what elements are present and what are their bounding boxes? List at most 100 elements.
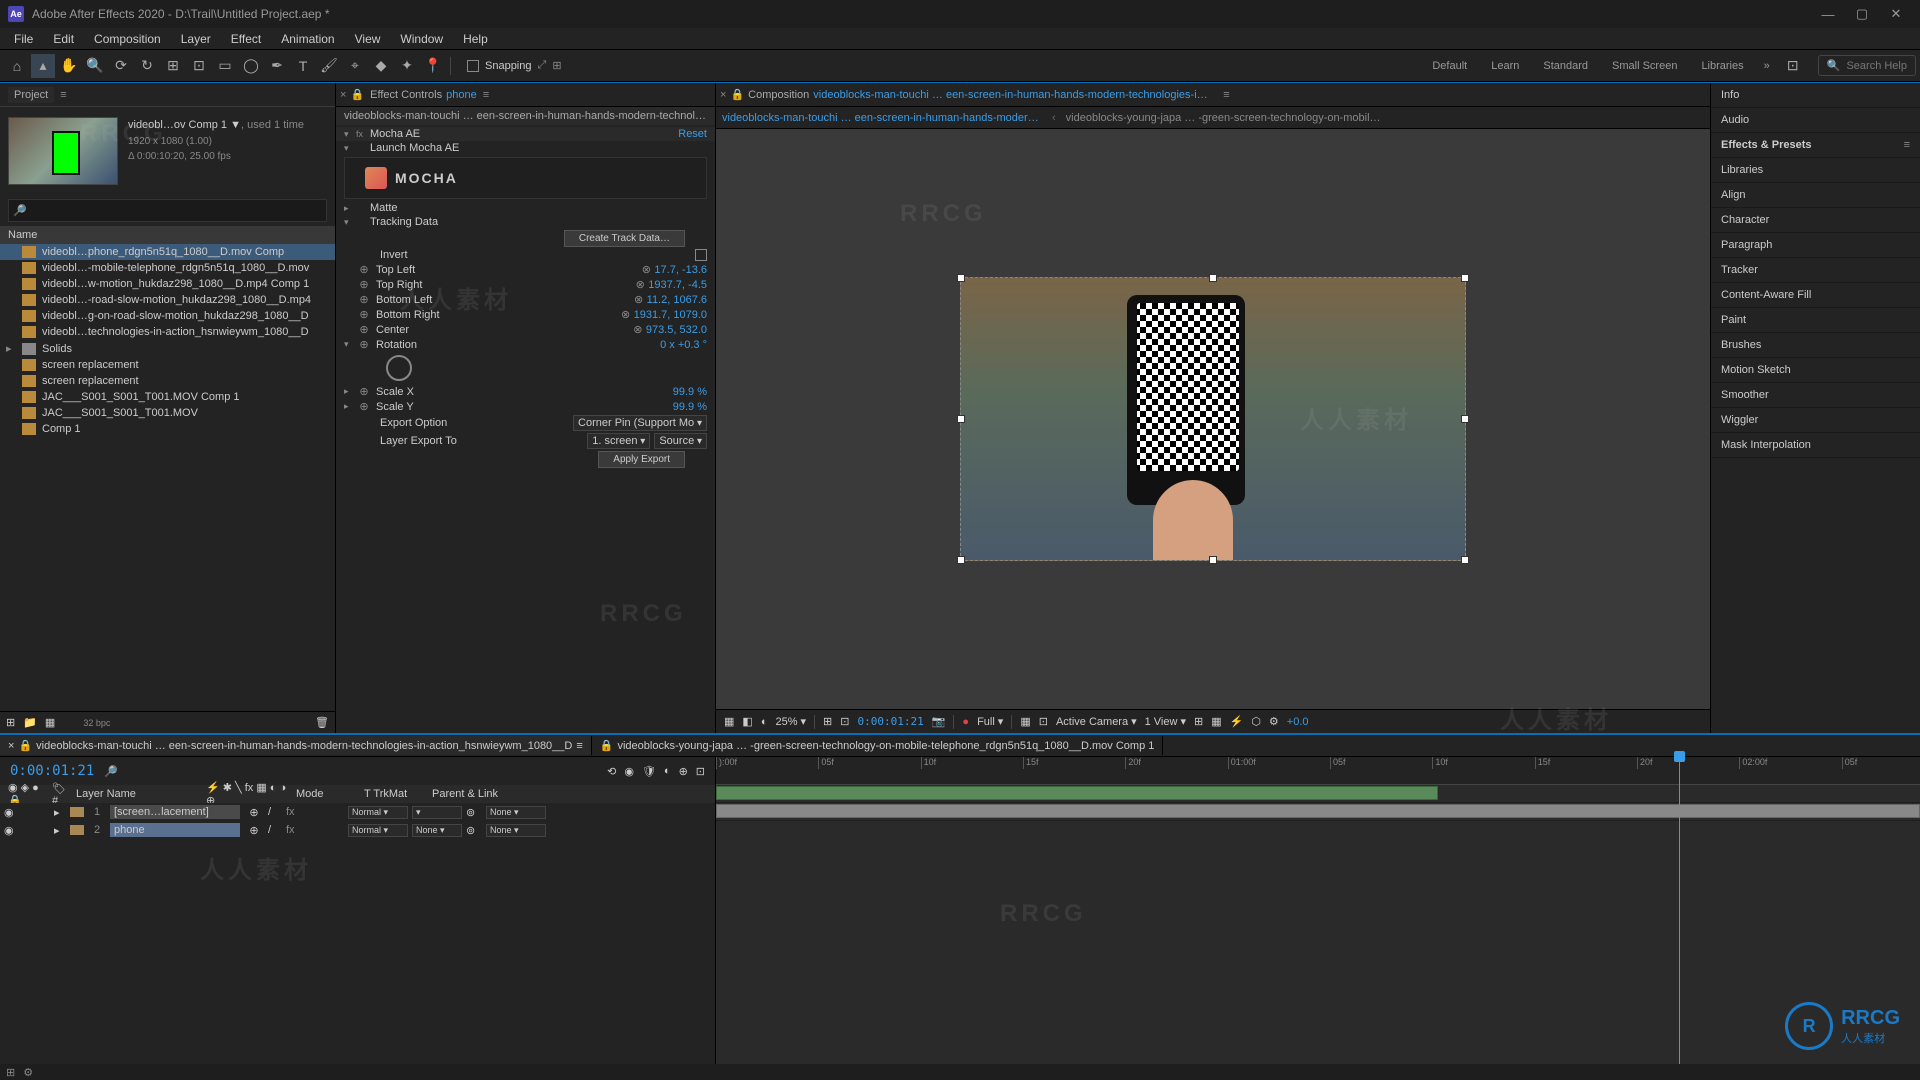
composition-viewer[interactable] [716, 129, 1710, 709]
menu-layer[interactable]: Layer [171, 30, 221, 48]
handle-bl[interactable] [957, 556, 965, 564]
tl-icon[interactable]: ⟲ [607, 765, 616, 778]
tracking-group[interactable]: ▾Tracking Data [336, 215, 715, 229]
bpc-toggle[interactable]: 32 bpc [83, 718, 110, 728]
puppet-tool[interactable]: 📍 [421, 54, 445, 78]
handle-tl[interactable] [957, 274, 965, 282]
maximize-button[interactable]: ▢ [1846, 4, 1878, 24]
timeline-layers[interactable]: ◉▸1[screen…lacement]⊕/fxNormal ▾ ▾⊚None … [0, 803, 715, 1064]
orbit-tool[interactable]: ⟳ [109, 54, 133, 78]
rotation-dial[interactable] [386, 355, 412, 381]
project-item[interactable]: videobl…phone_rdgn5n51q_1080__D.mov Comp [0, 244, 335, 260]
handle-tr[interactable] [1461, 274, 1469, 282]
workspace-more-icon[interactable]: » [1754, 56, 1780, 76]
panel-motion-sketch[interactable]: Motion Sketch [1711, 358, 1920, 383]
project-list[interactable]: videobl…phone_rdgn5n51q_1080__D.mov Comp… [0, 244, 335, 711]
snapshot-icon[interactable]: 📷 [932, 715, 946, 728]
menu-effect[interactable]: Effect [221, 30, 271, 48]
project-item[interactable]: screen replacement [0, 357, 335, 373]
timeline-layer[interactable]: ◉▸1[screen…lacement]⊕/fxNormal ▾ ▾⊚None … [0, 803, 715, 821]
project-item[interactable]: JAC___S001_S001_T001.MOV [0, 405, 335, 421]
workspace-standard[interactable]: Standard [1533, 56, 1598, 76]
hand-tool[interactable]: ✋ [57, 54, 81, 78]
pixel-icon[interactable]: ▦ [1211, 715, 1221, 728]
toggle-icon[interactable]: ⊡ [840, 715, 849, 728]
project-item[interactable]: ▸Solids [0, 340, 335, 357]
panel-wiggler[interactable]: Wiggler [1711, 408, 1920, 433]
camera-tool[interactable]: ⊞ [161, 54, 185, 78]
panel-mask-interpolation[interactable]: Mask Interpolation [1711, 433, 1920, 458]
handle-tm[interactable] [1209, 274, 1217, 282]
composition-tab[interactable]: × 🔒 Composition videoblocks-man-touchi …… [716, 83, 1710, 107]
snapping-checkbox[interactable] [467, 60, 479, 72]
clip[interactable] [716, 804, 1920, 818]
workspace-reset-icon[interactable]: ⊡ [1781, 54, 1805, 78]
breadcrumb-item[interactable]: videoblocks-man-touchi … een-screen-in-h… [722, 112, 1042, 124]
home-icon[interactable]: ⌂ [5, 54, 29, 78]
brush-tool[interactable]: 🖌 [317, 54, 341, 78]
project-panel-menu-icon[interactable]: ≡ [60, 89, 66, 101]
fast-icon[interactable]: ⚡ [1230, 715, 1244, 728]
folder-icon[interactable]: 📁 [23, 716, 37, 729]
handle-br[interactable] [1461, 556, 1469, 564]
top-left-value[interactable]: 17.7, -13.6 [654, 264, 707, 276]
minimize-button[interactable]: — [1812, 4, 1844, 24]
workspace-libraries[interactable]: Libraries [1691, 56, 1753, 76]
render-icon[interactable]: ◧ [742, 715, 752, 728]
exposure[interactable]: +0.0 [1287, 716, 1309, 728]
zoom-tool[interactable]: 🔍 [83, 54, 107, 78]
mask-icon[interactable]: ◐ [761, 716, 768, 728]
panel-tracker[interactable]: Tracker [1711, 258, 1920, 283]
launch-mocha-row[interactable]: ▾ Launch Mocha AE [336, 141, 715, 155]
setting-icon[interactable]: ⚙ [1269, 715, 1279, 728]
view-opt-icon[interactable]: ⊞ [1194, 715, 1203, 728]
tab-close-icon[interactable]: × [720, 89, 726, 101]
comp-icon[interactable]: ▦ [45, 716, 55, 729]
ellipse-tool[interactable]: ◯ [239, 54, 263, 78]
menu-help[interactable]: Help [453, 30, 498, 48]
tracks-area[interactable] [716, 785, 1920, 1064]
lock-icon[interactable]: 🔒 [350, 88, 364, 101]
pan-behind-tool[interactable]: ⊡ [187, 54, 211, 78]
timeline-tracks[interactable]: ):00f05f10f15f20f01:00f05f10f15f20f02:00… [716, 757, 1920, 1064]
shape-tool[interactable]: ▭ [213, 54, 237, 78]
camera-select[interactable]: Active Camera ▾ [1056, 715, 1137, 728]
tl-icon[interactable]: ◉ [624, 765, 634, 778]
resolution-select[interactable]: Full ▾ [977, 715, 1003, 728]
roto-tool[interactable]: ✦ [395, 54, 419, 78]
bottom-right-value[interactable]: 1931.7, 1079.0 [634, 309, 707, 321]
search-icon[interactable]: 🔎 [104, 765, 118, 778]
tl-icon[interactable]: 🛡 [642, 765, 656, 778]
menu-animation[interactable]: Animation [271, 30, 344, 48]
layer-export-select[interactable]: 1. screen ▾ [587, 433, 650, 449]
panel-audio[interactable]: Audio [1711, 108, 1920, 133]
playhead[interactable] [1679, 757, 1680, 1064]
tab-close-icon[interactable]: × [340, 89, 346, 101]
project-item[interactable]: videobl…-mobile-telephone_rdgn5n51q_1080… [0, 260, 335, 276]
rotation-value[interactable]: 0 x +0.3 ° [660, 339, 707, 351]
project-panel-tab[interactable]: Project ≡ [0, 83, 335, 107]
effect-header-row[interactable]: ▾fx Mocha AE Reset [336, 127, 715, 141]
timeline-tab[interactable]: 🔒videoblocks-young-japa … -green-screen-… [592, 736, 1164, 755]
project-item[interactable]: JAC___S001_S001_T001.MOV Comp 1 [0, 389, 335, 405]
timecode[interactable]: 0:00:01:21 [10, 763, 94, 779]
menu-view[interactable]: View [345, 30, 391, 48]
panel-brushes[interactable]: Brushes [1711, 333, 1920, 358]
matte-group[interactable]: ▸Matte [336, 201, 715, 215]
pen-tool[interactable]: ✒ [265, 54, 289, 78]
bottom-left-value[interactable]: 11.2, 1067.6 [647, 294, 707, 306]
panel-smoother[interactable]: Smoother [1711, 383, 1920, 408]
panel-info[interactable]: Info [1711, 83, 1920, 108]
workspace-default[interactable]: Default [1422, 56, 1477, 76]
time-display[interactable]: 0:00:01:21 [857, 715, 923, 728]
grid-icon[interactable]: ▦ [1020, 715, 1030, 728]
guides-icon[interactable]: ⊡ [1039, 715, 1048, 728]
tl-icon[interactable]: ◐ [664, 765, 671, 778]
project-item[interactable]: Comp 1 [0, 421, 335, 437]
center-value[interactable]: 973.5, 532.0 [646, 324, 707, 336]
export-option-select[interactable]: Corner Pin (Support Mo ▾ [573, 415, 707, 431]
type-tool[interactable]: T [291, 54, 315, 78]
composition-canvas[interactable] [960, 277, 1466, 561]
close-button[interactable]: ✕ [1880, 4, 1912, 24]
scaley-value[interactable]: 99.9 % [673, 401, 707, 413]
